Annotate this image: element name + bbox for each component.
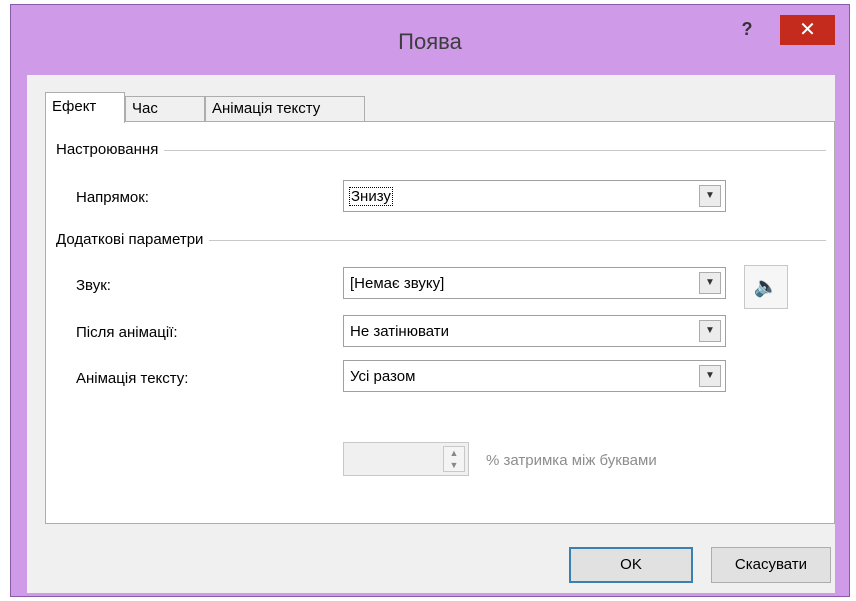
close-button[interactable]: ✕ (780, 15, 835, 45)
tab-text-animation[interactable]: Анімація тексту (205, 96, 365, 122)
settings-group-rule (56, 150, 826, 151)
text-animation-select[interactable]: Усі разом ▼ (343, 360, 726, 392)
tab-effect[interactable]: Ефект (45, 92, 125, 123)
extra-group-label: Додаткові параметри (56, 231, 210, 248)
delay-spinner[interactable]: ▲ ▼ (343, 442, 469, 476)
direction-chevron-down-icon[interactable]: ▼ (699, 185, 721, 207)
text-animation-label: Анімація тексту: (76, 370, 189, 387)
sound-value: [Немає звуку] (350, 275, 445, 292)
ok-button[interactable]: OK (569, 547, 693, 583)
sound-chevron-down-icon[interactable]: ▼ (699, 272, 721, 294)
text-animation-value: Усі разом (350, 368, 416, 385)
after-animation-label: Після анімації: (76, 324, 178, 341)
after-animation-chevron-down-icon[interactable]: ▼ (699, 320, 721, 342)
sound-select[interactable]: [Немає звуку] ▼ (343, 267, 726, 299)
spin-up-icon[interactable]: ▲ (444, 447, 464, 459)
dialog-title: Поява (398, 29, 462, 54)
dialog-window: Поява ? ✕ Ефект Час Анімація тексту Наст… (10, 4, 850, 597)
direction-select[interactable]: Знизу ▼ (343, 180, 726, 212)
spin-down-icon[interactable]: ▼ (444, 459, 464, 471)
direction-label: Напрямок: (76, 189, 149, 206)
after-animation-select[interactable]: Не затінювати ▼ (343, 315, 726, 347)
sound-label: Звук: (76, 277, 111, 294)
title-bar[interactable]: Поява ? ✕ (11, 5, 849, 75)
delay-spin-buttons[interactable]: ▲ ▼ (443, 446, 465, 472)
tab-timing[interactable]: Час (125, 96, 205, 122)
text-animation-chevron-down-icon[interactable]: ▼ (699, 365, 721, 387)
direction-label-text: Напрямок: (76, 189, 149, 206)
direction-value: Знизу (349, 187, 393, 206)
effect-panel: Настроювання Напрямок: Знизу ▼ Додаткові… (45, 121, 835, 524)
settings-group-label: Настроювання (56, 141, 165, 158)
help-button[interactable]: ? (733, 17, 761, 41)
delay-label: % затримка між буквами (486, 452, 657, 469)
dialog-client-area: Ефект Час Анімація тексту Настроювання Н… (27, 75, 835, 593)
after-animation-value: Не затінювати (350, 323, 450, 340)
speaker-icon[interactable]: 🔈 (744, 265, 788, 309)
cancel-button[interactable]: Скасувати (711, 547, 831, 583)
